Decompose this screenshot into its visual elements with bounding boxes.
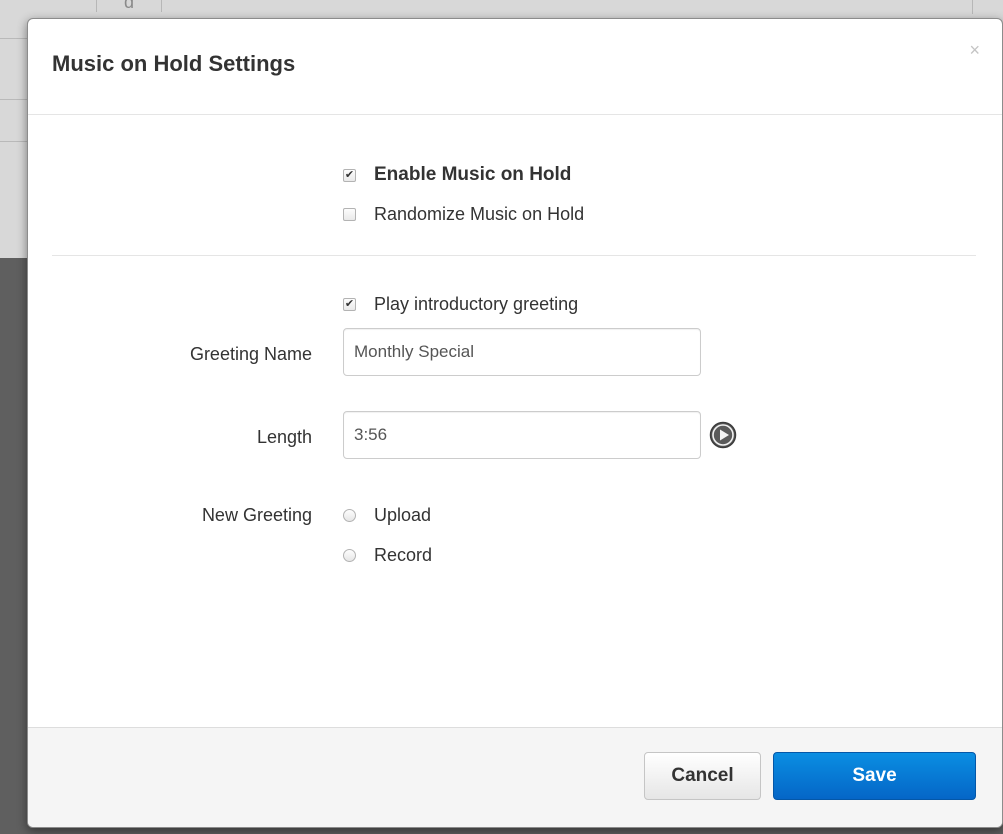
enable-music-on-hold-option[interactable]: ✔ Enable Music on Hold — [343, 164, 571, 186]
music-on-hold-dialog: Music on Hold Settings × ✔ Enable Music … — [27, 18, 1003, 828]
randomize-music-on-hold-option[interactable]: Randomize Music on Hold — [343, 204, 584, 225]
record-option[interactable]: Record — [343, 545, 432, 566]
randomize-music-on-hold-checkbox[interactable] — [343, 208, 356, 221]
background-row-divider — [0, 99, 28, 100]
play-introductory-greeting-checkbox[interactable]: ✔ — [343, 298, 356, 311]
record-radio[interactable] — [343, 549, 356, 562]
length-label: Length — [256, 427, 312, 447]
background-table-cell: d — [96, 0, 162, 12]
dialog-footer: Cancel Save — [28, 727, 1002, 827]
play-introductory-greeting-option[interactable]: ✔ Play introductory greeting — [343, 294, 578, 315]
dialog-header: Music on Hold Settings × — [28, 19, 1002, 115]
enable-music-on-hold-label: Enable Music on Hold — [374, 164, 572, 185]
upload-radio[interactable] — [343, 509, 356, 522]
greeting-name-input[interactable] — [343, 328, 701, 376]
dialog-body: ✔ Enable Music on Hold Randomize Music o… — [28, 115, 1002, 727]
enable-music-on-hold-checkbox[interactable]: ✔ — [343, 168, 356, 182]
close-icon[interactable]: × — [969, 41, 980, 59]
play-introductory-greeting-label: Play introductory greeting — [374, 294, 579, 314]
randomize-music-on-hold-label: Randomize Music on Hold — [374, 204, 585, 224]
greeting-name-label: Greeting Name — [189, 344, 312, 364]
new-greeting-label: New Greeting — [201, 505, 312, 525]
background-row-divider — [0, 38, 28, 39]
play-circle-icon[interactable] — [709, 421, 737, 449]
background-cell-right — [972, 0, 1003, 14]
dialog-title: Music on Hold Settings — [52, 51, 296, 76]
background-row-divider — [0, 141, 28, 142]
upload-label: Upload — [374, 505, 432, 525]
record-label: Record — [374, 545, 433, 565]
length-input[interactable] — [343, 411, 701, 459]
cancel-button[interactable]: Cancel — [644, 752, 761, 800]
upload-option[interactable]: Upload — [343, 505, 431, 526]
background-fragment-text: d — [123, 0, 134, 12]
save-button[interactable]: Save — [773, 752, 976, 800]
section-divider — [52, 255, 976, 256]
